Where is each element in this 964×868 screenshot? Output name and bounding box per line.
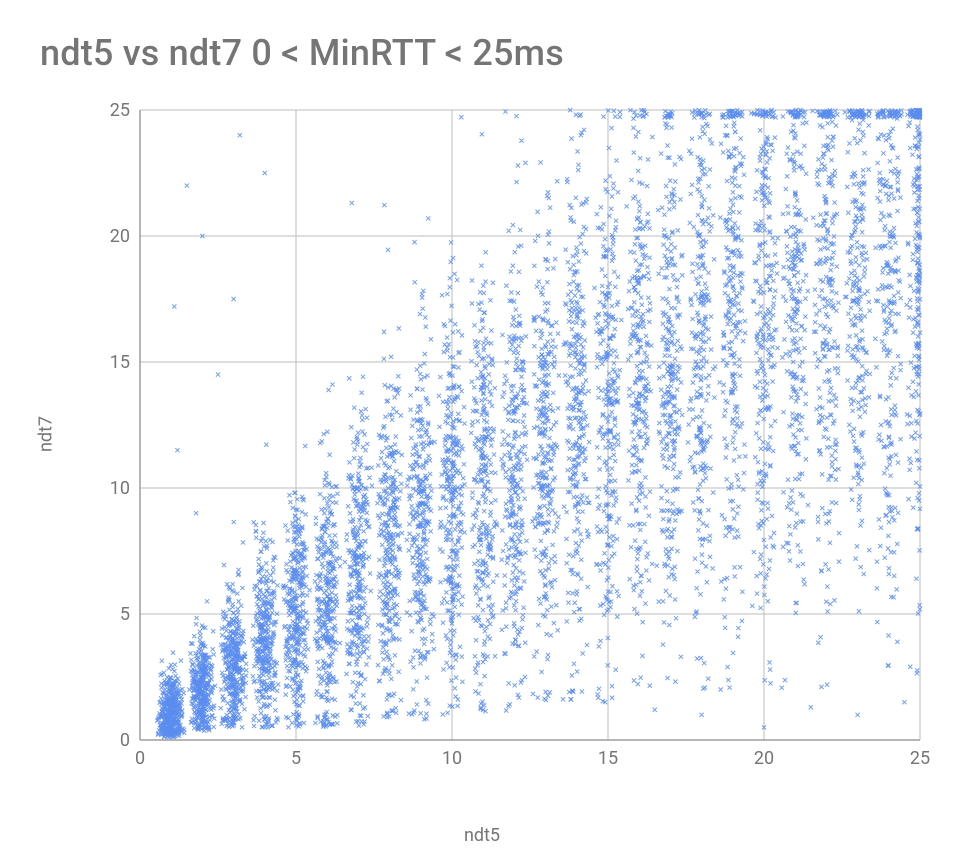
y-tick-label: 5 xyxy=(120,604,130,625)
x-tick-label: 15 xyxy=(598,748,618,769)
chart-title: ndt5 vs ndt7 0 < MinRTT < 25ms xyxy=(40,32,564,74)
x-tick-label: 5 xyxy=(291,748,301,769)
y-tick-label: 25 xyxy=(110,100,130,121)
y-axis-label: ndt7 xyxy=(36,416,57,452)
x-tick-label: 20 xyxy=(754,748,774,769)
x-tick-label: 10 xyxy=(442,748,462,769)
data-points xyxy=(155,108,922,739)
y-tick-label: 10 xyxy=(110,478,130,499)
x-tick-label: 0 xyxy=(135,748,145,769)
gridlines xyxy=(140,110,920,740)
y-tick-label: 15 xyxy=(110,352,130,373)
x-axis-label: ndt5 xyxy=(464,825,500,846)
x-tick-label: 25 xyxy=(910,748,930,769)
scatter-plot: 0 5 10 15 20 25 0 5 10 15 20 25 xyxy=(100,100,930,780)
chart-container: ndt5 vs ndt7 0 < MinRTT < 25ms ndt7 ndt5… xyxy=(0,0,964,868)
y-tick-label: 0 xyxy=(120,730,130,751)
axes xyxy=(140,110,920,740)
y-tick-label: 20 xyxy=(110,226,130,247)
plot-area: 0 5 10 15 20 25 0 5 10 15 20 25 xyxy=(100,100,930,780)
